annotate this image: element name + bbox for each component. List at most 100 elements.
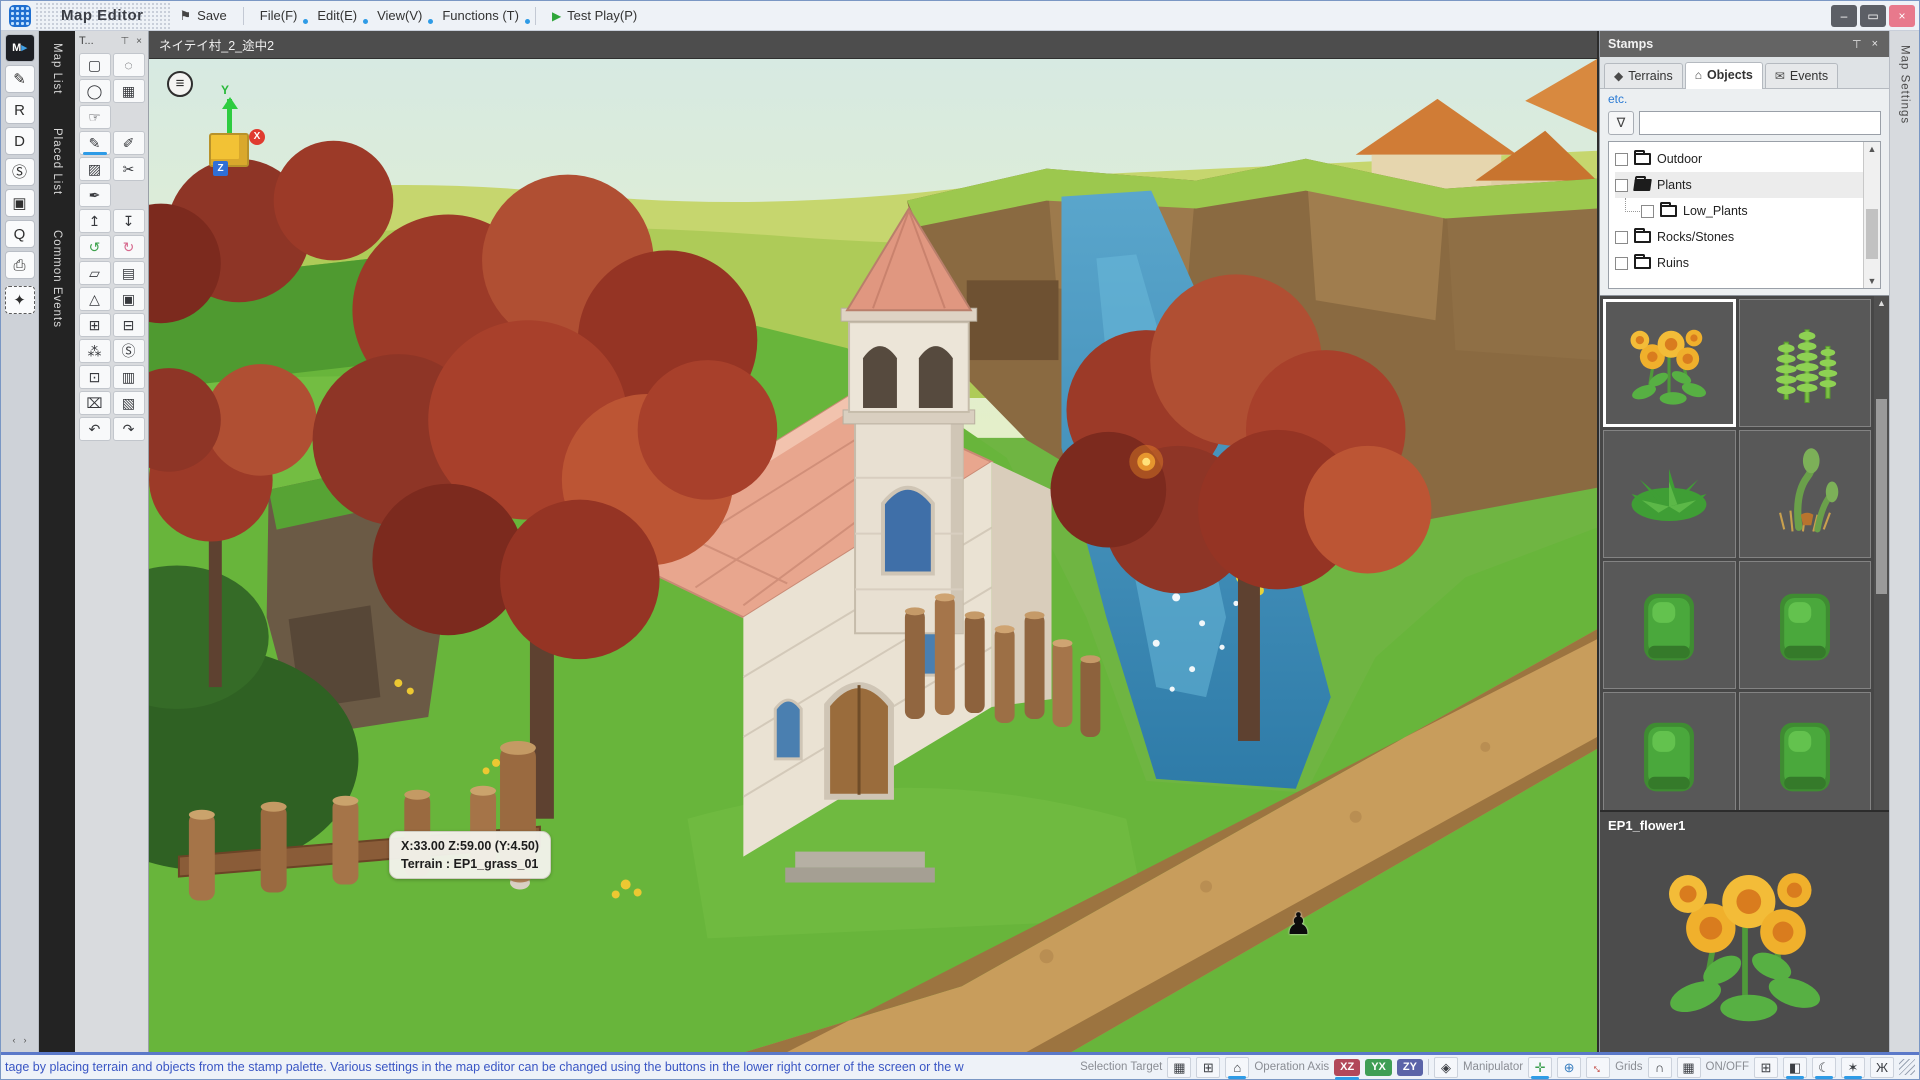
- map-edit-icon[interactable]: ✎: [5, 65, 35, 93]
- tool-rotate-ccw[interactable]: ↺: [79, 235, 111, 259]
- stamp-cell-dry-sprout[interactable]: [1739, 430, 1872, 558]
- box-mode-icon[interactable]: ◈: [1434, 1057, 1458, 1078]
- select-objects-icon[interactable]: ⊞: [1196, 1057, 1220, 1078]
- tool-bundle[interactable]: ▥: [113, 365, 145, 389]
- tool-redo[interactable]: ↷: [113, 417, 145, 441]
- terrain-visibility-icon[interactable]: ◧: [1783, 1057, 1807, 1078]
- tool-raise-terrain[interactable]: ↥: [79, 209, 111, 233]
- night-lighting-icon[interactable]: ☾: [1812, 1057, 1836, 1078]
- scroll-thumb[interactable]: [1876, 399, 1887, 594]
- tool-poly-select[interactable]: ◌: [113, 53, 145, 77]
- scroll-thumb[interactable]: [1866, 209, 1878, 259]
- tree-item-outdoor[interactable]: Outdoor: [1615, 146, 1863, 172]
- tree-item-plants[interactable]: Plants: [1615, 172, 1863, 198]
- minimize-button[interactable]: –: [1831, 5, 1857, 27]
- export-icon[interactable]: ⎙: [5, 251, 35, 279]
- close-icon[interactable]: ×: [1869, 38, 1881, 50]
- viewport-menu-icon[interactable]: ≡: [167, 71, 193, 97]
- tool-slope[interactable]: ▱: [79, 261, 111, 285]
- menu-edit[interactable]: Edit(E): [307, 4, 367, 27]
- tool-undo[interactable]: ↶: [79, 417, 111, 441]
- pin-icon[interactable]: ⊤: [118, 36, 131, 47]
- menu-view[interactable]: View(V): [367, 4, 432, 27]
- checkbox[interactable]: [1615, 231, 1628, 244]
- tab-map-list[interactable]: Map List: [51, 39, 63, 98]
- checkbox[interactable]: [1615, 179, 1628, 192]
- tool-paste[interactable]: ▧: [113, 391, 145, 415]
- tab-objects[interactable]: ⌂ Objects: [1685, 62, 1763, 89]
- grid-type-icon[interactable]: ⊞: [1754, 1057, 1778, 1078]
- tool-pencil[interactable]: ✎: [79, 131, 111, 155]
- move-manipulator-icon[interactable]: ✛: [1528, 1057, 1552, 1078]
- camera-search-icon[interactable]: Q: [5, 220, 35, 248]
- menu-functions[interactable]: Functions (T): [432, 4, 529, 27]
- tab-terrains[interactable]: ◆ Terrains: [1604, 63, 1683, 88]
- resize-grip[interactable]: [1899, 1059, 1915, 1075]
- checkbox[interactable]: [1615, 257, 1628, 270]
- stamp-cell-green-bush[interactable]: [1603, 692, 1736, 810]
- axis-zy-button[interactable]: ZY: [1397, 1059, 1423, 1076]
- tree-item-rocks-stones[interactable]: Rocks/Stones: [1615, 224, 1863, 250]
- invader-icon[interactable]: Ж: [1870, 1057, 1894, 1078]
- tool-lower-terrain[interactable]: ↧: [113, 209, 145, 233]
- resources-icon[interactable]: R: [5, 96, 35, 124]
- menu-file[interactable]: File(F): [250, 4, 308, 27]
- tool-terrain-picker[interactable]: ✒: [79, 183, 111, 207]
- tool-cut[interactable]: ✂: [113, 157, 145, 181]
- stamp-cell-green-bush[interactable]: [1739, 692, 1872, 810]
- sprites-icon[interactable]: Ⓢ: [5, 158, 35, 186]
- tool-box-stamp[interactable]: ▣: [113, 287, 145, 311]
- filter-icon[interactable]: ∇: [1608, 111, 1634, 135]
- tree-item-low-plants[interactable]: Low_Plants: [1615, 198, 1863, 224]
- axis-yx-button[interactable]: YX: [1365, 1059, 1392, 1076]
- tool-rect-select[interactable]: ▢: [79, 53, 111, 77]
- tool-cut-stamp[interactable]: ⊟: [113, 313, 145, 337]
- grid-icon[interactable]: ▦: [1677, 1057, 1701, 1078]
- scroll-right-button[interactable]: ›: [24, 1033, 27, 1047]
- pin-icon[interactable]: ⊤: [1849, 38, 1865, 51]
- tool-special-stamp[interactable]: Ⓢ: [113, 339, 145, 363]
- test-play-button[interactable]: ▶ Test Play(P): [542, 4, 647, 27]
- tool-ramp[interactable]: △: [79, 287, 111, 311]
- stamp-cell-green-bush[interactable]: [1739, 561, 1872, 689]
- stamp-cell-yellow-flower-cluster[interactable]: [1603, 299, 1736, 427]
- scale-manipulator-icon[interactable]: ↔: [1586, 1057, 1610, 1078]
- viewport[interactable]: ネイテイ村_2_途中2: [149, 31, 1599, 1052]
- stamp-cell-green-seed-stalks[interactable]: [1739, 299, 1872, 427]
- scroll-down-icon[interactable]: ▼: [1868, 274, 1877, 288]
- scroll-up-icon[interactable]: ▲: [1877, 296, 1886, 310]
- tab-common-events[interactable]: Common Events: [51, 226, 63, 332]
- checkbox[interactable]: [1615, 153, 1628, 166]
- tool-page[interactable]: ⊡: [79, 365, 111, 389]
- scroll-left-button[interactable]: ‹: [13, 1033, 16, 1047]
- tree-item-ruins[interactable]: Ruins: [1615, 250, 1863, 276]
- effects-icon[interactable]: ✶: [1841, 1057, 1865, 1078]
- close-button[interactable]: ×: [1889, 5, 1915, 27]
- scroll-up-icon[interactable]: ▲: [1868, 142, 1877, 156]
- database-icon[interactable]: D: [5, 127, 35, 155]
- tool-fill-select[interactable]: ▦: [113, 79, 145, 103]
- axis-xz-button[interactable]: XZ: [1334, 1059, 1360, 1076]
- snap-magnet-icon[interactable]: ∩: [1648, 1057, 1672, 1078]
- bakin-logo-icon[interactable]: M▸: [5, 34, 35, 62]
- tool-eraser[interactable]: ▨: [79, 157, 111, 181]
- rotate-manipulator-icon[interactable]: ⊕: [1557, 1057, 1581, 1078]
- select-terrain-icon[interactable]: ▦: [1167, 1057, 1191, 1078]
- tool-flatten[interactable]: ▤: [113, 261, 145, 285]
- stamp-grid-scrollbar[interactable]: ▲: [1874, 296, 1889, 810]
- axis-gizmo[interactable]: Y X Z: [193, 99, 277, 191]
- save-button[interactable]: ⚑ Save: [170, 4, 237, 28]
- tool-rotate-cw[interactable]: ↻: [113, 235, 145, 259]
- close-icon[interactable]: ×: [134, 36, 144, 47]
- tree-scrollbar[interactable]: ▲ ▼: [1863, 142, 1880, 288]
- stamp-cell-leafy-rosette[interactable]: [1603, 430, 1736, 558]
- select-buildings-icon[interactable]: ⌂: [1225, 1057, 1249, 1078]
- stamp-search-input[interactable]: [1639, 111, 1881, 135]
- tool-copy-stamp[interactable]: ⊞: [79, 313, 111, 337]
- walk-test-icon[interactable]: ✦: [5, 286, 35, 314]
- etc-link[interactable]: etc.: [1608, 92, 1627, 106]
- scene-area[interactable]: ≡ Y X Z X:33.00 Z:59.00 (Y:4.50) Terrain…: [149, 59, 1597, 1052]
- restore-button[interactable]: ▭: [1860, 5, 1886, 27]
- tool-brush[interactable]: ✐: [113, 131, 145, 155]
- checkbox[interactable]: [1641, 205, 1654, 218]
